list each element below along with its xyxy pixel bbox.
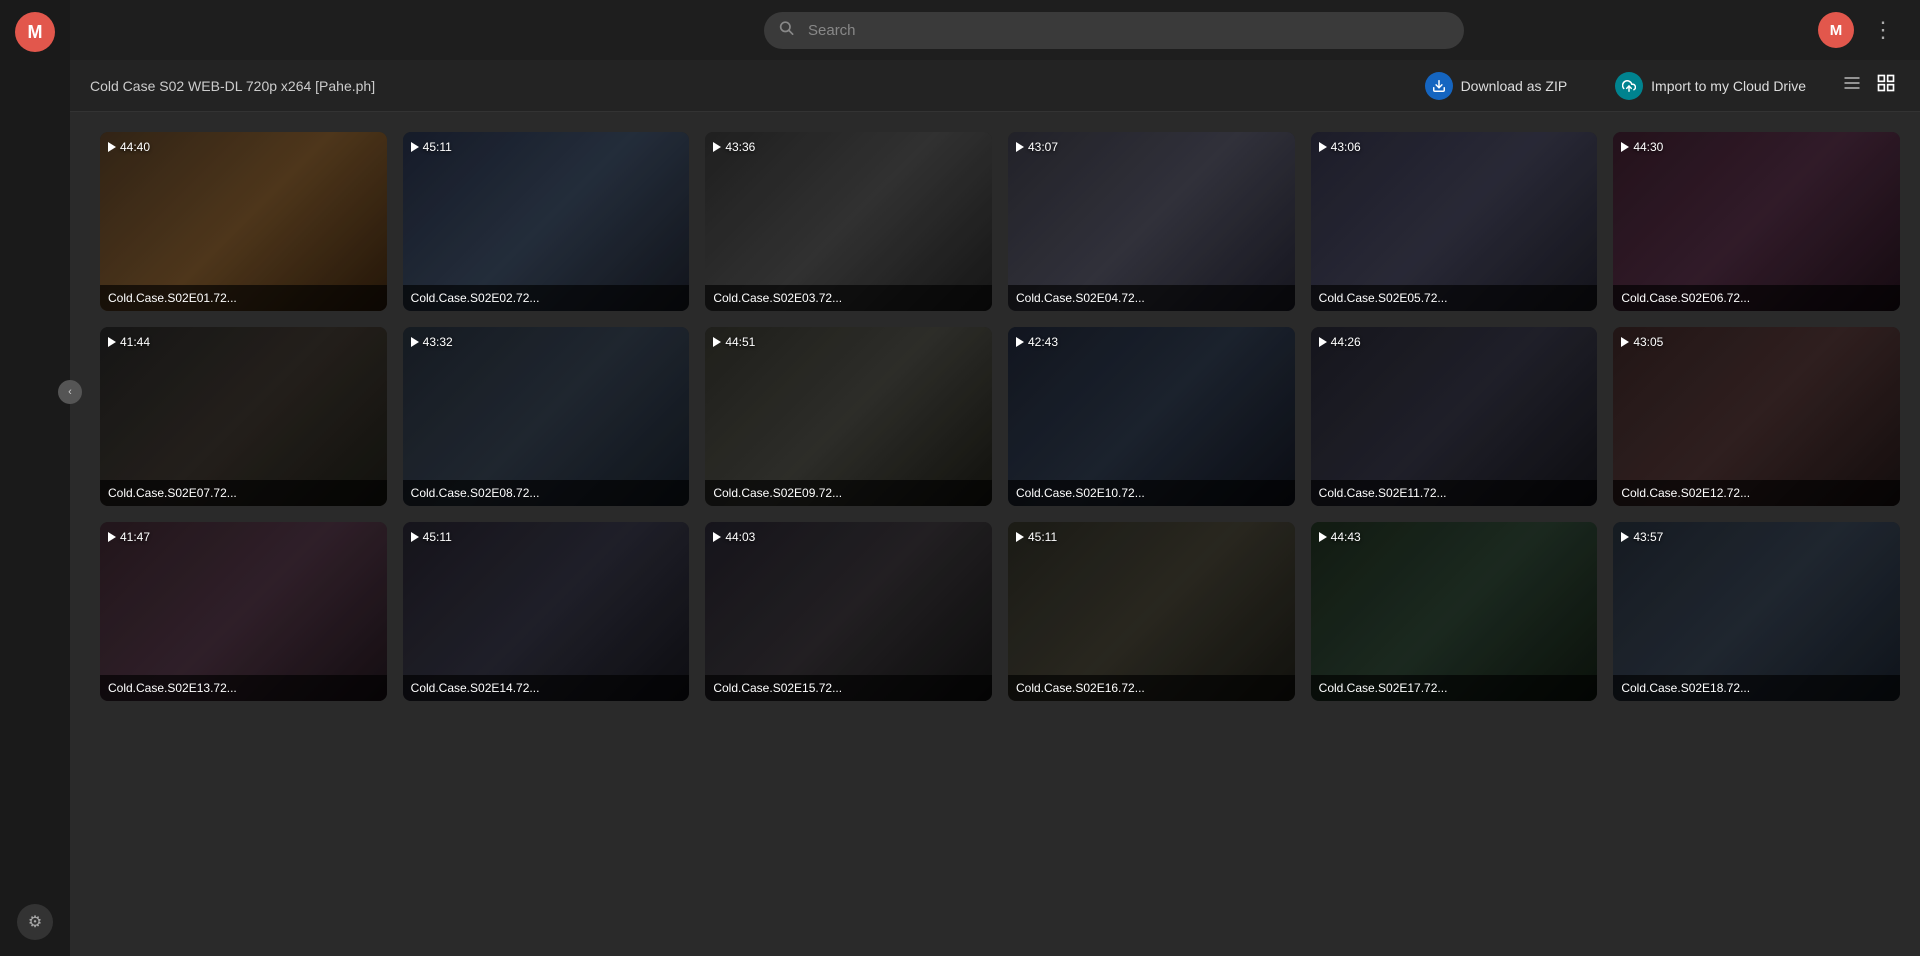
thumb-label: Cold.Case.S02E11.72... bbox=[1311, 480, 1598, 506]
play-icon bbox=[1319, 532, 1327, 542]
thumb-duration: 41:44 bbox=[108, 335, 150, 349]
user-avatar[interactable]: M bbox=[1818, 12, 1854, 48]
play-icon bbox=[1016, 337, 1024, 347]
thumbnail-card[interactable]: 43:07 Cold.Case.S02E04.72... bbox=[1008, 132, 1295, 311]
header-more-icon[interactable]: ⋮ bbox=[1866, 11, 1900, 49]
thumb-duration: 44:43 bbox=[1319, 530, 1361, 544]
thumbnail-card[interactable]: 44:26 Cold.Case.S02E11.72... bbox=[1311, 327, 1598, 506]
play-icon bbox=[713, 337, 721, 347]
download-zip-button[interactable]: Download as ZIP bbox=[1409, 64, 1584, 108]
thumbnail-card[interactable]: 44:40 Cold.Case.S02E01.72... bbox=[100, 132, 387, 311]
thumb-label: Cold.Case.S02E12.72... bbox=[1613, 480, 1900, 506]
thumbnail-card[interactable]: 41:44 Cold.Case.S02E07.72... bbox=[100, 327, 387, 506]
content-area: 44:40 Cold.Case.S02E01.72... 45:11 Cold.… bbox=[70, 112, 1920, 956]
thumb-label: Cold.Case.S02E02.72... bbox=[403, 285, 690, 311]
thumb-duration: 43:36 bbox=[713, 140, 755, 154]
thumb-duration: 44:30 bbox=[1621, 140, 1663, 154]
thumb-label: Cold.Case.S02E09.72... bbox=[705, 480, 992, 506]
play-icon bbox=[713, 142, 721, 152]
thumbnail-grid: 44:40 Cold.Case.S02E01.72... 45:11 Cold.… bbox=[100, 132, 1900, 701]
thumb-label: Cold.Case.S02E04.72... bbox=[1008, 285, 1295, 311]
thumbnail-card[interactable]: 45:11 Cold.Case.S02E02.72... bbox=[403, 132, 690, 311]
thumb-duration: 43:07 bbox=[1016, 140, 1058, 154]
thumbnail-card[interactable]: 41:47 Cold.Case.S02E13.72... bbox=[100, 522, 387, 701]
thumb-duration: 43:32 bbox=[411, 335, 453, 349]
thumb-label: Cold.Case.S02E10.72... bbox=[1008, 480, 1295, 506]
thumbnail-card[interactable]: 45:11 Cold.Case.S02E14.72... bbox=[403, 522, 690, 701]
search-icon bbox=[778, 20, 794, 41]
download-icon bbox=[1425, 72, 1453, 100]
download-zip-label: Download as ZIP bbox=[1461, 78, 1568, 94]
thumbnail-card[interactable]: 43:57 Cold.Case.S02E18.72... bbox=[1613, 522, 1900, 701]
toolbar-actions: Download as ZIP Import to my Cloud Drive bbox=[1409, 64, 1900, 108]
play-icon bbox=[1621, 142, 1629, 152]
thumbnail-card[interactable]: 44:03 Cold.Case.S02E15.72... bbox=[705, 522, 992, 701]
thumb-duration: 44:26 bbox=[1319, 335, 1361, 349]
search-input[interactable] bbox=[764, 12, 1464, 49]
play-icon bbox=[411, 337, 419, 347]
play-icon bbox=[713, 532, 721, 542]
play-icon bbox=[1621, 532, 1629, 542]
thumb-label: Cold.Case.S02E14.72... bbox=[403, 675, 690, 701]
search-bar-container bbox=[764, 12, 1464, 49]
import-cloud-button[interactable]: Import to my Cloud Drive bbox=[1599, 64, 1822, 108]
import-cloud-label: Import to my Cloud Drive bbox=[1651, 78, 1806, 94]
thumbnail-card[interactable]: 43:32 Cold.Case.S02E08.72... bbox=[403, 327, 690, 506]
thumb-label: Cold.Case.S02E06.72... bbox=[1613, 285, 1900, 311]
thumb-duration: 45:11 bbox=[411, 530, 452, 544]
thumb-duration: 43:06 bbox=[1319, 140, 1361, 154]
sidebar-collapse-button[interactable]: ‹ bbox=[58, 380, 82, 404]
play-icon bbox=[1621, 337, 1629, 347]
breadcrumb: Cold Case S02 WEB-DL 720p x264 [Pahe.ph] bbox=[90, 78, 375, 94]
thumbnail-card[interactable]: 43:06 Cold.Case.S02E05.72... bbox=[1311, 132, 1598, 311]
thumb-duration: 44:40 bbox=[108, 140, 150, 154]
thumb-label: Cold.Case.S02E15.72... bbox=[705, 675, 992, 701]
play-icon bbox=[411, 142, 419, 152]
thumbnail-card[interactable]: 44:30 Cold.Case.S02E06.72... bbox=[1613, 132, 1900, 311]
cloud-icon bbox=[1615, 72, 1643, 100]
sidebar-settings-icon[interactable]: ⚙ bbox=[17, 904, 53, 940]
thumb-label: Cold.Case.S02E13.72... bbox=[100, 675, 387, 701]
play-icon bbox=[108, 532, 116, 542]
list-view-icon[interactable] bbox=[1838, 69, 1866, 103]
play-icon bbox=[1319, 142, 1327, 152]
thumb-duration: 41:47 bbox=[108, 530, 150, 544]
play-icon bbox=[1319, 337, 1327, 347]
thumb-label: Cold.Case.S02E03.72... bbox=[705, 285, 992, 311]
main-content: M ⋮ Cold Case S02 WEB-DL 720p x264 [Pahe… bbox=[70, 0, 1920, 956]
play-icon bbox=[1016, 142, 1024, 152]
header: M ⋮ bbox=[70, 0, 1920, 60]
play-icon bbox=[108, 142, 116, 152]
thumb-duration: 43:57 bbox=[1621, 530, 1663, 544]
thumbnail-card[interactable]: 42:43 Cold.Case.S02E10.72... bbox=[1008, 327, 1295, 506]
thumb-label: Cold.Case.S02E17.72... bbox=[1311, 675, 1598, 701]
sidebar: M ‹ ⚙ bbox=[0, 0, 70, 956]
thumbnail-card[interactable]: 44:43 Cold.Case.S02E17.72... bbox=[1311, 522, 1598, 701]
thumb-duration: 45:11 bbox=[411, 140, 452, 154]
thumb-label: Cold.Case.S02E07.72... bbox=[100, 480, 387, 506]
view-toggle bbox=[1838, 69, 1900, 103]
thumb-duration: 42:43 bbox=[1016, 335, 1058, 349]
play-icon bbox=[1016, 532, 1024, 542]
thumbnail-card[interactable]: 43:05 Cold.Case.S02E12.72... bbox=[1613, 327, 1900, 506]
thumb-duration: 44:03 bbox=[713, 530, 755, 544]
thumbnail-card[interactable]: 44:51 Cold.Case.S02E09.72... bbox=[705, 327, 992, 506]
thumb-label: Cold.Case.S02E16.72... bbox=[1008, 675, 1295, 701]
thumb-duration: 43:05 bbox=[1621, 335, 1663, 349]
thumb-label: Cold.Case.S02E08.72... bbox=[403, 480, 690, 506]
play-icon bbox=[108, 337, 116, 347]
thumb-duration: 45:11 bbox=[1016, 530, 1057, 544]
thumbnail-card[interactable]: 43:36 Cold.Case.S02E03.72... bbox=[705, 132, 992, 311]
play-icon bbox=[411, 532, 419, 542]
toolbar: Cold Case S02 WEB-DL 720p x264 [Pahe.ph]… bbox=[70, 60, 1920, 112]
header-right: M ⋮ bbox=[1818, 11, 1900, 49]
mega-logo[interactable]: M bbox=[15, 12, 55, 52]
thumb-label: Cold.Case.S02E05.72... bbox=[1311, 285, 1598, 311]
thumb-duration: 44:51 bbox=[713, 335, 755, 349]
grid-view-icon[interactable] bbox=[1872, 69, 1900, 103]
thumb-label: Cold.Case.S02E01.72... bbox=[100, 285, 387, 311]
thumb-label: Cold.Case.S02E18.72... bbox=[1613, 675, 1900, 701]
thumbnail-card[interactable]: 45:11 Cold.Case.S02E16.72... bbox=[1008, 522, 1295, 701]
